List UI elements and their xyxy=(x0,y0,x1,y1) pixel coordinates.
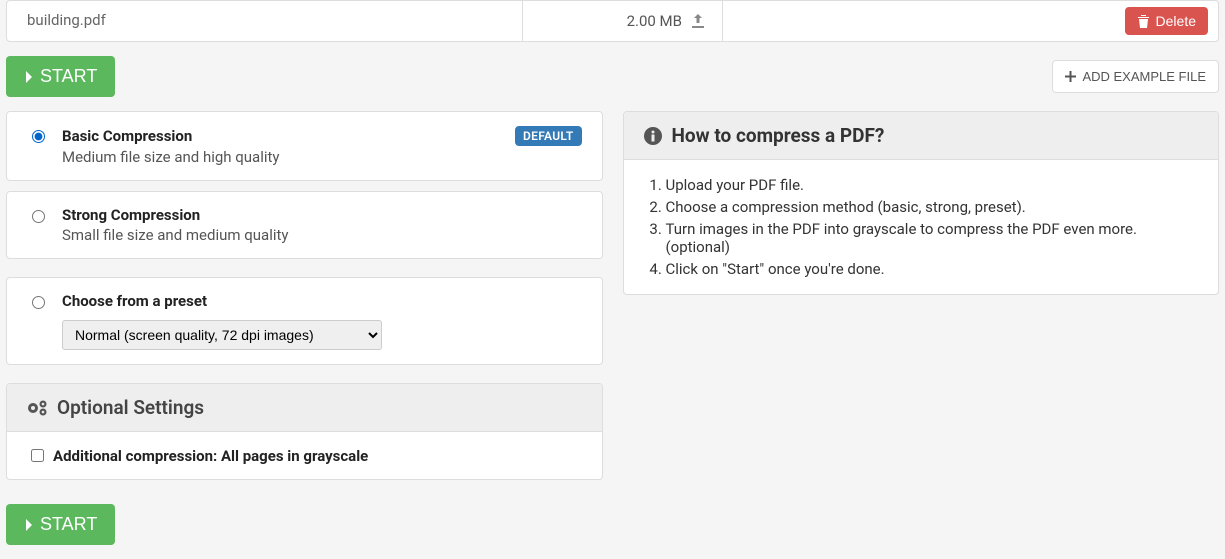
optional-settings-title: Optional Settings xyxy=(57,396,204,419)
grayscale-checkbox[interactable] xyxy=(31,449,44,462)
chevron-right-icon xyxy=(24,69,34,85)
optional-settings-header: Optional Settings xyxy=(7,384,602,432)
info-icon xyxy=(644,127,662,145)
plus-icon xyxy=(1065,71,1076,82)
gears-icon xyxy=(27,399,49,417)
option-strong-panel: Strong Compression Small file size and m… xyxy=(6,191,603,259)
preset-select[interactable]: Normal (screen quality, 72 dpi images) xyxy=(62,320,382,350)
option-preset-panel: Choose from a preset Normal (screen qual… xyxy=(6,277,603,365)
file-size: 2.00 MB xyxy=(627,12,682,30)
trash-icon xyxy=(1137,14,1150,28)
chevron-right-icon xyxy=(24,517,34,533)
start-label-bottom: START xyxy=(40,514,97,535)
info-step: Upload your PDF file. xyxy=(666,174,1199,196)
option-basic-panel: Basic Compression DEFAULT Medium file si… xyxy=(6,111,603,181)
add-example-label: ADD EXAMPLE FILE xyxy=(1082,69,1206,84)
start-button-top[interactable]: START xyxy=(6,56,115,97)
info-step: Choose a compression method (basic, stro… xyxy=(666,196,1199,218)
info-title: How to compress a PDF? xyxy=(672,124,885,147)
option-strong-desc: Small file size and medium quality xyxy=(62,226,582,244)
info-panel: How to compress a PDF? Upload your PDF f… xyxy=(623,111,1220,295)
upload-icon xyxy=(690,13,706,29)
delete-label: Delete xyxy=(1156,13,1196,29)
grayscale-label[interactable]: Additional compression: All pages in gra… xyxy=(53,447,368,465)
radio-preset[interactable] xyxy=(32,296,45,309)
option-preset-title: Choose from a preset xyxy=(62,292,582,310)
option-basic-desc: Medium file size and high quality xyxy=(62,148,582,166)
optional-settings-panel: Optional Settings Additional compression… xyxy=(6,383,603,480)
info-panel-header: How to compress a PDF? xyxy=(624,112,1219,160)
start-button-bottom[interactable]: START xyxy=(6,504,115,545)
info-steps: Upload your PDF file. Choose a compressi… xyxy=(644,174,1199,280)
file-size-cell: 2.00 MB xyxy=(523,1,723,41)
add-example-button[interactable]: ADD EXAMPLE FILE xyxy=(1052,60,1219,93)
delete-button[interactable]: Delete xyxy=(1125,7,1208,35)
default-badge: DEFAULT xyxy=(515,126,581,146)
info-step: Turn images in the PDF into grayscale to… xyxy=(666,218,1199,258)
option-basic-title: Basic Compression xyxy=(62,127,192,145)
radio-strong[interactable] xyxy=(32,210,45,223)
action-bar: START ADD EXAMPLE FILE xyxy=(6,42,1219,111)
radio-basic[interactable] xyxy=(32,130,45,143)
file-action-cell: Delete xyxy=(723,1,1218,41)
file-name: building.pdf xyxy=(7,1,523,41)
file-row: building.pdf 2.00 MB Delete xyxy=(6,0,1219,42)
start-label: START xyxy=(40,66,97,87)
info-step: Click on "Start" once you're done. xyxy=(666,258,1199,280)
option-strong-title: Strong Compression xyxy=(62,206,582,224)
